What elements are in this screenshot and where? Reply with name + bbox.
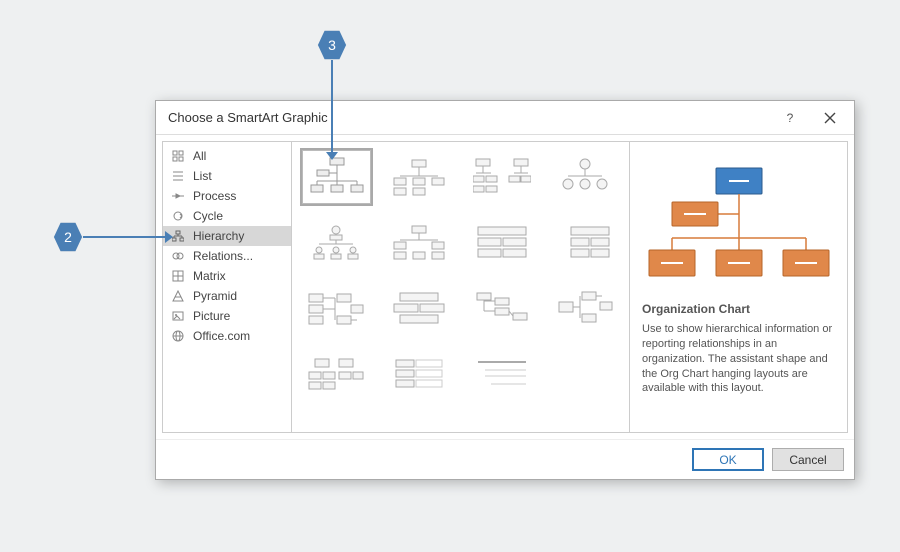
ok-button[interactable]: OK <box>692 448 764 471</box>
layout-thumb[interactable] <box>383 280 456 338</box>
sidebar-item-process[interactable]: Process <box>163 186 291 206</box>
thumb-graphic <box>556 288 614 330</box>
relationship-icon <box>171 249 185 263</box>
thumb-graphic <box>307 222 365 264</box>
matrix-icon <box>171 269 185 283</box>
sidebar-item-label: Cycle <box>193 209 223 223</box>
sidebar-item-matrix[interactable]: Matrix <box>163 266 291 286</box>
sidebar-item-label: Pyramid <box>193 289 237 303</box>
layout-thumb[interactable] <box>548 280 621 338</box>
sidebar-item-all[interactable]: All <box>163 146 291 166</box>
help-icon: ? <box>787 111 794 125</box>
callout-line-2 <box>83 236 168 238</box>
sidebar-item-label: Hierarchy <box>193 229 244 243</box>
layout-thumb[interactable] <box>300 280 373 338</box>
sidebar-item-pyramid[interactable]: Pyramid <box>163 286 291 306</box>
all-icon <box>171 149 185 163</box>
layout-thumb[interactable] <box>466 148 539 206</box>
dialog-title: Choose a SmartArt Graphic <box>168 110 770 125</box>
thumb-graphic <box>390 222 448 264</box>
preview-org-chart-graphic <box>644 160 834 295</box>
preview-title: Organization Chart <box>642 302 835 316</box>
sidebar-item-label: Relations... <box>193 249 253 263</box>
sidebar-item-office[interactable]: Office.com <box>163 326 291 346</box>
close-button[interactable] <box>810 102 850 134</box>
callout-badge-2: 2 <box>53 222 83 252</box>
cycle-icon <box>171 209 185 223</box>
process-icon <box>171 189 185 203</box>
preview-description: Use to show hierarchical information or … <box>642 322 835 396</box>
titlebar: Choose a SmartArt Graphic ? <box>156 101 854 135</box>
callout-arrow-3 <box>326 152 338 160</box>
sidebar-item-cycle[interactable]: Cycle <box>163 206 291 226</box>
thumb-graphic <box>390 156 448 198</box>
thumb-graphic <box>473 288 531 330</box>
sidebar-item-picture[interactable]: Picture <box>163 306 291 326</box>
sidebar-item-label: Matrix <box>193 269 226 283</box>
picture-icon <box>171 309 185 323</box>
thumb-graphic <box>307 288 365 330</box>
sidebar-item-hierarchy[interactable]: Hierarchy <box>163 226 291 246</box>
layout-thumb[interactable] <box>383 346 456 404</box>
preview-pane: Organization Chart Use to show hierarchi… <box>630 141 848 433</box>
preview-figure <box>642 152 835 302</box>
sidebar-item-label: List <box>193 169 212 183</box>
smartart-dialog: Choose a SmartArt Graphic ? All List Pro… <box>155 100 855 480</box>
thumb-graphic <box>473 354 531 396</box>
thumb-graphic <box>390 354 448 396</box>
layout-thumb[interactable] <box>466 280 539 338</box>
layout-thumb[interactable] <box>466 346 539 404</box>
dialog-footer: OK Cancel <box>156 439 854 479</box>
layout-thumb[interactable] <box>383 148 456 206</box>
sidebar-item-relationship[interactable]: Relations... <box>163 246 291 266</box>
callout-arrow-2 <box>165 231 173 243</box>
cancel-button[interactable]: Cancel <box>772 448 844 471</box>
layout-thumb[interactable] <box>548 214 621 272</box>
thumb-graphic <box>473 156 531 198</box>
help-button[interactable]: ? <box>770 102 810 134</box>
thumb-graphic <box>556 222 614 264</box>
thumb-graphic <box>556 156 614 198</box>
layout-thumb[interactable] <box>300 346 373 404</box>
layout-thumb[interactable] <box>300 214 373 272</box>
layout-thumb[interactable] <box>466 214 539 272</box>
hierarchy-icon <box>171 229 185 243</box>
globe-icon <box>171 329 185 343</box>
callout-badge-3: 3 <box>317 30 347 60</box>
dialog-body: All List Process Cycle Hierarchy Relatio… <box>156 135 854 439</box>
callout-line-3 <box>331 60 333 155</box>
sidebar-item-label: Picture <box>193 309 230 323</box>
sidebar-item-label: All <box>193 149 206 163</box>
sidebar-item-list[interactable]: List <box>163 166 291 186</box>
thumb-graphic <box>306 155 366 199</box>
category-sidebar: All List Process Cycle Hierarchy Relatio… <box>162 141 292 433</box>
thumb-graphic <box>307 354 365 396</box>
layout-gallery <box>292 141 630 433</box>
sidebar-item-label: Process <box>193 189 236 203</box>
list-icon <box>171 169 185 183</box>
layout-thumb[interactable] <box>548 148 621 206</box>
sidebar-item-label: Office.com <box>193 329 250 343</box>
layout-thumb[interactable] <box>383 214 456 272</box>
thumb-graphic <box>473 222 531 264</box>
pyramid-icon <box>171 289 185 303</box>
close-icon <box>824 112 836 124</box>
thumb-graphic <box>390 288 448 330</box>
